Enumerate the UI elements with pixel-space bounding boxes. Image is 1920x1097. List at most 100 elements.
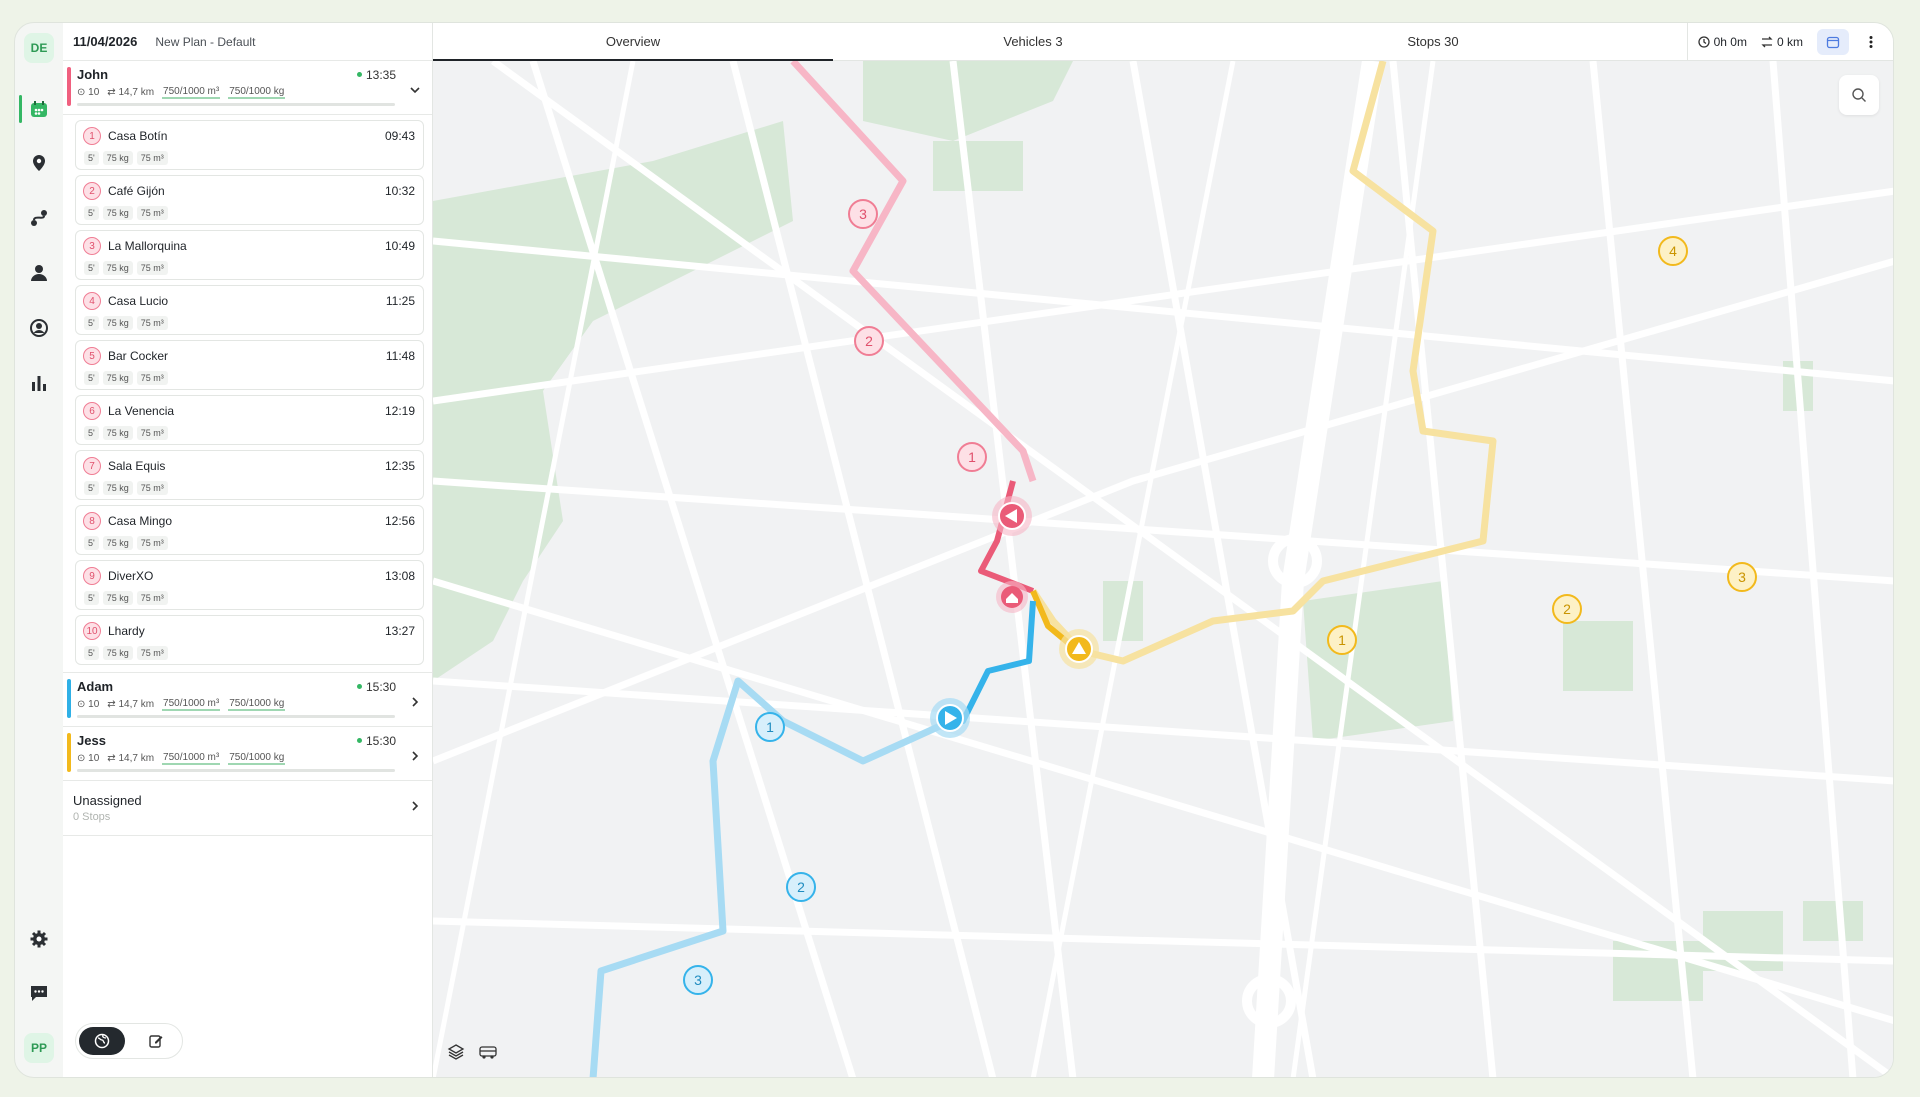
depot-home-icon[interactable]: [996, 581, 1028, 613]
map-stop-marker[interactable]: 2: [1552, 594, 1582, 624]
route-map[interactable]: 1 2 3 1 2 3 1 2 3 4: [433, 61, 1893, 1077]
workspace-badge[interactable]: DE: [24, 33, 54, 63]
map-stop-marker[interactable]: 1: [957, 442, 987, 472]
unassigned-section[interactable]: Unassigned 0 Stops: [63, 781, 432, 836]
rail-active-indicator: [19, 95, 22, 123]
map-stop-marker[interactable]: 1: [755, 712, 785, 742]
volume-capacity: 750/1000 m³: [162, 752, 221, 765]
svg-text:3: 3: [1738, 569, 1746, 585]
edit-mode-button[interactable]: [133, 1027, 179, 1055]
route-card-adam[interactable]: Adam 15:30 ⊙ 10 ⇄ 14,7 km 750/1000 m³ 75…: [63, 673, 432, 727]
volume-tag: 75 m³: [136, 206, 168, 220]
gear-icon[interactable]: [27, 927, 51, 951]
map-stop-marker[interactable]: 1: [1327, 625, 1357, 655]
park-area: [1563, 621, 1633, 691]
stop-card[interactable]: 6 La Venencia 12:19 5' 75 kg 75 m³: [75, 395, 424, 445]
stop-eta: 12:56: [384, 514, 415, 528]
weight-tag: 75 kg: [102, 151, 133, 165]
map-stop-marker[interactable]: 4: [1658, 236, 1688, 266]
stop-eta: 13:27: [384, 624, 415, 638]
map-stop-marker[interactable]: 3: [1727, 562, 1757, 592]
vehicle-marker-pink[interactable]: [992, 496, 1032, 536]
more-options-button[interactable]: [1855, 29, 1887, 55]
chevron-right-icon[interactable]: [408, 799, 422, 813]
route-color-stripe: [67, 733, 71, 772]
plan-name[interactable]: New Plan - Default: [155, 35, 255, 49]
stop-eta: 11:25: [385, 294, 415, 308]
weight-tag: 75 kg: [102, 591, 133, 605]
vehicle-marker-blue[interactable]: [930, 698, 970, 738]
stop-eta: 12:19: [384, 404, 415, 418]
location-pin-icon[interactable]: [27, 151, 51, 175]
map-stop-marker[interactable]: 2: [786, 872, 816, 902]
route-card-john[interactable]: John 13:35 ⊙ 10 ⇄ 14,7 km 750/1000 m³ 75…: [63, 61, 432, 115]
vehicle-marker-yellow[interactable]: [1059, 629, 1099, 669]
stop-card[interactable]: 5 Bar Cocker 11:48 5' 75 kg 75 m³: [75, 340, 424, 390]
svg-text:1: 1: [968, 449, 976, 465]
service-duration-tag: 5': [84, 536, 99, 550]
layers-button[interactable]: [443, 1039, 469, 1065]
volume-tag: 75 m³: [136, 316, 168, 330]
edit-icon: [149, 1035, 163, 1048]
stop-card[interactable]: 9 DiverXO 13:08 5' 75 kg 75 m³: [75, 560, 424, 610]
route-distance: ⇄ 14,7 km: [107, 87, 155, 98]
user-circle-icon[interactable]: [27, 316, 51, 340]
bar-chart-icon[interactable]: [27, 371, 51, 395]
chevron-right-icon[interactable]: [408, 695, 422, 709]
vehicle-filter-button[interactable]: [475, 1039, 501, 1065]
stop-eta: 12:35: [384, 459, 415, 473]
weight-tag: 75 kg: [102, 371, 133, 385]
stop-card[interactable]: 7 Sala Equis 12:35 5' 75 kg 75 m³: [75, 450, 424, 500]
weight-tag: 75 kg: [102, 646, 133, 660]
chevron-down-icon[interactable]: [408, 83, 422, 97]
stop-number-badge: 9: [83, 567, 101, 585]
stop-card[interactable]: 10 Lhardy 13:27 5' 75 kg 75 m³: [75, 615, 424, 665]
status-dot: [356, 72, 362, 77]
svg-text:2: 2: [865, 333, 873, 349]
map-canvas[interactable]: 1 2 3 1 2 3 1 2 3 4: [433, 61, 1893, 1077]
unassigned-count: 0 Stops: [73, 811, 111, 823]
stop-card[interactable]: 4 Casa Lucio 11:25 5' 75 kg 75 m³: [75, 285, 424, 335]
calendar-view-button[interactable]: [1817, 28, 1849, 55]
stop-eta: 13:08: [384, 569, 415, 583]
map-search-button[interactable]: [1839, 75, 1879, 115]
kebab-menu-icon: [1869, 35, 1873, 48]
globe-mode-button[interactable]: [79, 1027, 125, 1055]
plan-date[interactable]: 11/04/2026: [73, 34, 137, 49]
volume-capacity: 750/1000 m³: [162, 86, 221, 99]
user-avatar-badge[interactable]: PP: [24, 1033, 54, 1063]
tab-overview[interactable]: Overview: [433, 23, 833, 61]
map-stop-marker[interactable]: 2: [854, 326, 884, 356]
stop-name: Casa Mingo: [108, 514, 173, 528]
volume-capacity: 750/1000 m³: [162, 698, 221, 711]
stop-number-badge: 4: [83, 292, 101, 310]
route-end-time: 13:35: [356, 68, 396, 82]
chevron-right-icon[interactable]: [408, 749, 422, 763]
route-icon[interactable]: [27, 206, 51, 230]
volume-tag: 75 m³: [136, 261, 168, 275]
stop-number-badge: 6: [83, 402, 101, 420]
route-progress-bar: [77, 715, 395, 718]
stop-card[interactable]: 3 La Mallorquina 10:49 5' 75 kg 75 m³: [75, 230, 424, 280]
driver-name: Adam: [77, 679, 114, 694]
stop-card[interactable]: 2 Café Gijón 10:32 5' 75 kg 75 m³: [75, 175, 424, 225]
svg-text:2: 2: [1563, 601, 1571, 617]
tab-vehicles[interactable]: Vehicles 3: [833, 23, 1233, 60]
route-color-stripe: [67, 679, 71, 718]
tab-stops[interactable]: Stops 30: [1233, 23, 1633, 60]
map-stop-marker[interactable]: 3: [683, 965, 713, 995]
service-duration-tag: 5': [84, 206, 99, 220]
route-card-jess[interactable]: Jess 15:30 ⊙ 10 ⇄ 14,7 km 750/1000 m³ 75…: [63, 727, 432, 781]
stop-name: Casa Lucio: [108, 294, 169, 308]
calendar-icon[interactable]: [27, 97, 51, 121]
weight-capacity: 750/1000 kg: [228, 752, 286, 765]
stop-eta: 10:32: [384, 184, 415, 198]
service-duration-tag: 5': [84, 426, 99, 440]
chat-icon[interactable]: [27, 981, 51, 1005]
route-end-time: 15:30: [356, 734, 396, 748]
view-mode-toggle: [75, 1023, 183, 1059]
driver-icon[interactable]: [27, 261, 51, 285]
map-stop-marker[interactable]: 3: [848, 199, 878, 229]
stop-card[interactable]: 8 Casa Mingo 12:56 5' 75 kg 75 m³: [75, 505, 424, 555]
stop-card[interactable]: 1 Casa Botín 09:43 5' 75 kg 75 m³: [75, 120, 424, 170]
